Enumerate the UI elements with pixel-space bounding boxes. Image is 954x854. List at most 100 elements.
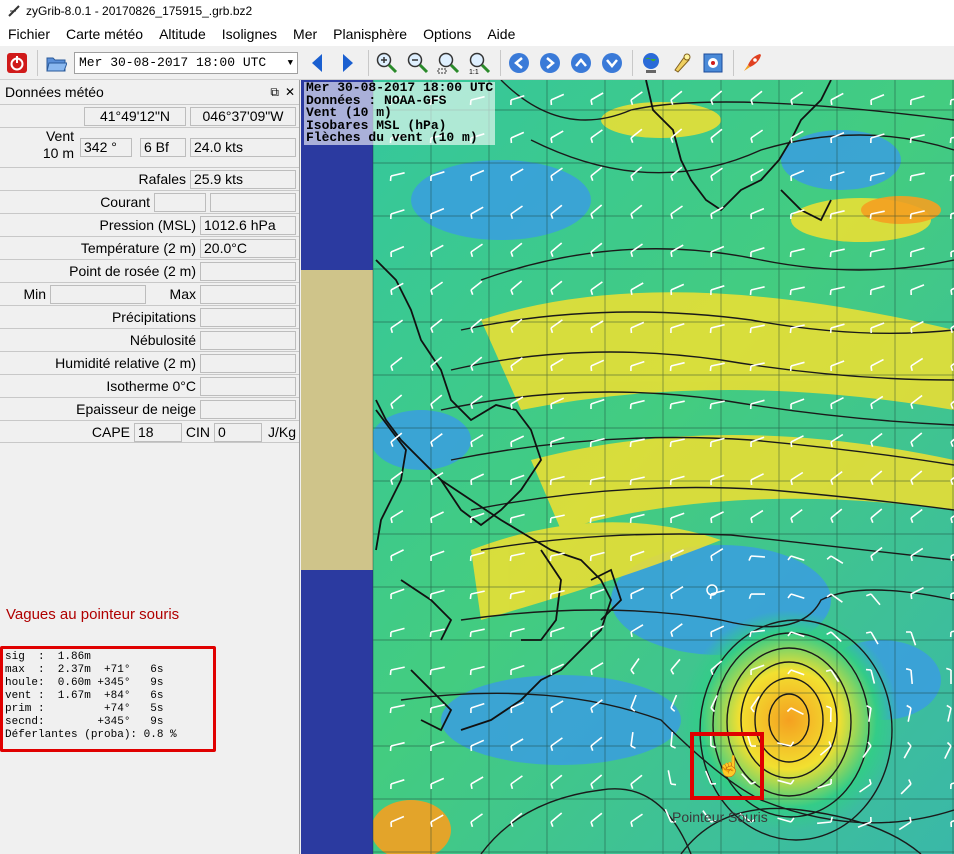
wind-speed-value: 24.0 kts <box>190 138 296 157</box>
pressure-label: Pression (MSL) <box>99 217 196 233</box>
wave-line: vent : 1.67m +84° 6s <box>5 690 164 702</box>
max-label: Max <box>169 286 196 302</box>
app-icon <box>6 3 22 19</box>
open-file-icon[interactable] <box>43 50 69 76</box>
bulb-icon[interactable] <box>669 50 695 76</box>
cape-label: CAPE <box>91 424 130 440</box>
map-info-overlay: Mer 30-08-2017 18:00 UTC Données : NOAA-… <box>304 81 496 145</box>
wind-row: Vent 10 m 342 ° 6 Bf 24.0 kts <box>0 127 299 167</box>
dewpoint-row: Point de rosée (2 m) <box>0 259 299 282</box>
temperature-row: Température (2 m) 20.0°C <box>0 236 299 259</box>
pressure-row: Pression (MSL) 1012.6 hPa <box>0 213 299 236</box>
precipitation-value <box>200 308 296 327</box>
cape-row: CAPE 18 CIN 0 J/Kg <box>0 420 299 443</box>
humidity-label: Humidité relative (2 m) <box>55 355 196 371</box>
zoom-actual-icon[interactable]: 1:1 <box>467 50 493 76</box>
humidity-value <box>200 354 296 373</box>
cloud-value <box>200 331 296 350</box>
window-title: zyGrib-8.0.1 - 20170826_175915_.grb.bz2 <box>26 4 253 18</box>
svg-text:1:1: 1:1 <box>469 69 479 75</box>
wave-line: max : 2.37m +71° 6s <box>5 664 164 676</box>
wind-label-line2: 10 m <box>42 145 74 161</box>
wind-label: Vent 10 m <box>30 128 74 161</box>
gps-icon[interactable] <box>700 50 726 76</box>
precipitation-row: Précipitations <box>0 305 299 328</box>
pan-right-icon[interactable] <box>537 50 563 76</box>
snow-label: Epaisseur de neige <box>76 401 196 417</box>
pan-up-icon[interactable] <box>568 50 594 76</box>
gust-value: 25.9 kts <box>190 170 296 189</box>
pointer-label: Pointeur Souris <box>672 809 768 825</box>
pan-down-icon[interactable] <box>599 50 625 76</box>
iso0-label: Isotherme 0°C <box>106 378 196 394</box>
menu-isolignes[interactable]: Isolignes <box>214 22 285 46</box>
waves-title: Vagues au pointeur souris <box>6 606 180 623</box>
menu-carte-meteo[interactable]: Carte météo <box>58 22 151 46</box>
cape-unit: J/Kg <box>267 424 296 440</box>
pan-left-icon[interactable] <box>506 50 532 76</box>
land-area <box>301 270 373 570</box>
latitude-value: 41°49'12"N <box>84 107 186 126</box>
wind-label-line1: Vent <box>45 128 74 144</box>
menu-options[interactable]: Options <box>415 22 479 46</box>
globe-icon[interactable] <box>638 50 664 76</box>
coords-row: 41°49'12"N 046°37'09"W <box>0 104 299 127</box>
menu-aide[interactable]: Aide <box>479 22 523 46</box>
menu-fichier[interactable]: Fichier <box>0 22 58 46</box>
menu-planisphere[interactable]: Planisphère <box>325 22 415 46</box>
gust-label: Rafales <box>138 171 186 187</box>
date-select-value: Mer 30-08-2017 18:00 UTC <box>79 55 267 70</box>
zoom-fit-icon[interactable] <box>436 50 462 76</box>
toolbar: Mer 30-08-2017 18:00 UTC ▼ 1:1 <box>0 46 954 80</box>
wave-line: secnd: +345° 9s <box>5 716 164 728</box>
menu-bar: Fichier Carte météo Altitude Isolignes M… <box>0 22 954 46</box>
toolbar-separator <box>632 49 633 76</box>
current-value-1 <box>154 193 206 212</box>
wind-beaufort-value: 6 Bf <box>140 138 186 157</box>
min-value <box>50 285 146 304</box>
cape-value: 18 <box>134 423 182 442</box>
chevron-down-icon: ▼ <box>287 57 293 68</box>
toolbar-separator <box>368 49 369 76</box>
zoom-out-icon[interactable] <box>405 50 431 76</box>
wave-line: Déferlantes (proba): 0.8 % <box>5 729 177 741</box>
waves-box: sig : 1.86m max : 2.37m +71° 6s houle: 0… <box>0 646 216 752</box>
wave-line: sig : 1.86m <box>5 651 91 663</box>
wave-line: prim : +74° 5s <box>5 703 164 715</box>
panel-title: Données météo <box>5 84 104 100</box>
map-info-arrows: Flèches du vent (10 m) <box>306 130 478 145</box>
float-panel-icon[interactable]: ⧉ <box>270 85 279 100</box>
gust-row: Rafales 25.9 kts <box>0 167 299 190</box>
max-value <box>200 285 296 304</box>
map-canvas[interactable] <box>301 80 954 854</box>
humidity-row: Humidité relative (2 m) <box>0 351 299 374</box>
iso0-row: Isotherme 0°C <box>0 374 299 397</box>
current-row: Courant <box>0 190 299 213</box>
toolbar-separator <box>733 49 734 76</box>
close-icon[interactable]: ✕ <box>285 85 295 100</box>
longitude-value: 046°37'09"W <box>190 107 296 126</box>
wind-direction-value: 342 ° <box>80 138 132 157</box>
menu-mer[interactable]: Mer <box>285 22 325 46</box>
rocket-icon[interactable] <box>739 50 765 76</box>
cin-value: 0 <box>214 423 262 442</box>
zoom-in-icon[interactable] <box>374 50 400 76</box>
dewpoint-label: Point de rosée (2 m) <box>69 263 196 279</box>
no-data-area-south <box>301 570 373 854</box>
toolbar-separator <box>500 49 501 76</box>
pressure-value: 1012.6 hPa <box>200 216 296 235</box>
snow-value <box>200 400 296 419</box>
minmax-row: Min Max <box>0 282 299 305</box>
iso0-value <box>200 377 296 396</box>
next-date-icon[interactable] <box>335 50 361 76</box>
temperature-label: Température (2 m) <box>80 240 196 256</box>
weather-map[interactable]: Mer 30-08-2017 18:00 UTC Données : NOAA-… <box>301 80 954 854</box>
menu-altitude[interactable]: Altitude <box>151 22 214 46</box>
power-icon[interactable] <box>4 50 30 76</box>
dewpoint-value <box>200 262 296 281</box>
date-select[interactable]: Mer 30-08-2017 18:00 UTC ▼ <box>74 51 298 74</box>
prev-date-icon[interactable] <box>304 50 330 76</box>
current-label: Courant <box>100 194 150 210</box>
cloud-label: Nébulosité <box>129 332 196 348</box>
snow-row: Epaisseur de neige <box>0 397 299 420</box>
